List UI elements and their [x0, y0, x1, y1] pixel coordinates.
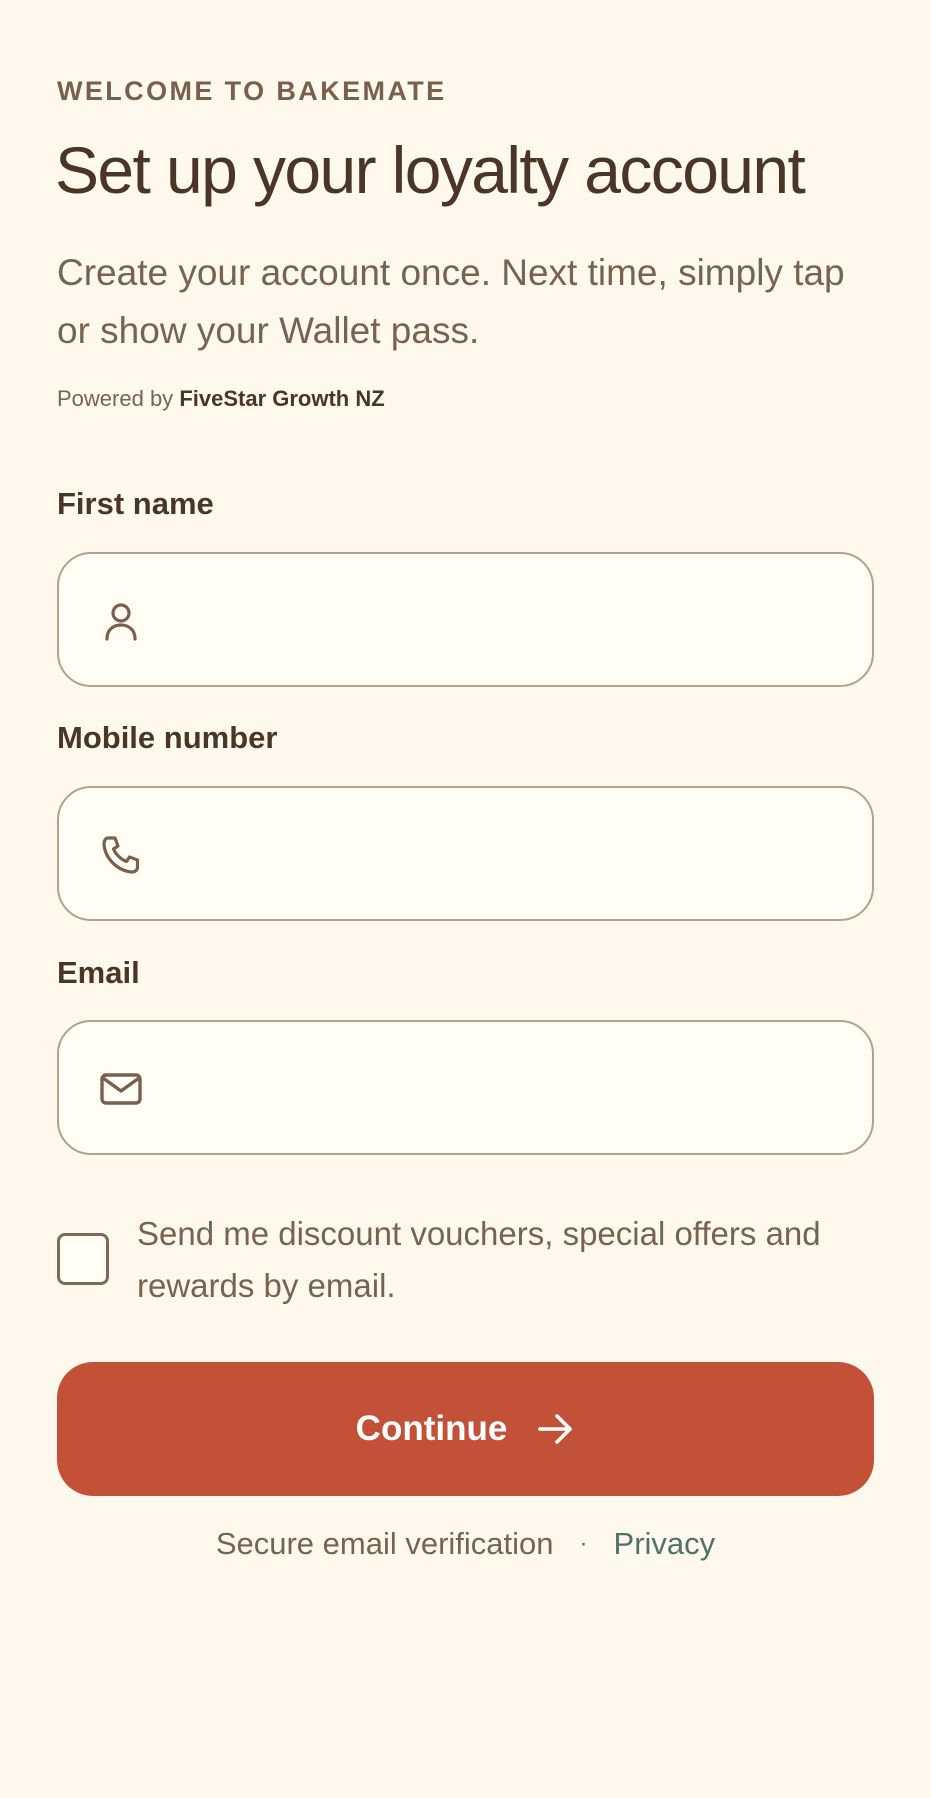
mail-icon [99, 1067, 143, 1111]
email-label: Email [57, 955, 140, 990]
mobile-number-input[interactable] [191, 821, 835, 887]
mobile-number-field[interactable] [57, 786, 874, 921]
user-icon [99, 599, 143, 643]
footer: Secure email verification · Privacy [0, 1526, 931, 1562]
continue-button[interactable]: Continue [57, 1362, 874, 1496]
powered-by: Powered by FiveStar Growth NZ [57, 386, 385, 412]
first-name-input[interactable] [191, 587, 835, 653]
email-field[interactable] [57, 1020, 874, 1155]
mobile-number-label: Mobile number [57, 720, 278, 755]
first-name-field[interactable] [57, 552, 874, 687]
arrow-right-icon [535, 1409, 575, 1449]
signup-page: WELCOME TO BAKEMATE Set up your loyalty … [0, 0, 931, 1798]
email-input[interactable] [191, 1055, 835, 1121]
footer-separator: · [579, 1530, 588, 1557]
first-name-label: First name [57, 486, 214, 521]
powered-by-brand: FiveStar Growth NZ [179, 386, 385, 411]
marketing-opt-in-checkbox[interactable] [57, 1233, 109, 1285]
continue-button-label: Continue [355, 1409, 508, 1448]
powered-by-prefix: Powered by [57, 386, 174, 411]
phone-icon [99, 833, 143, 877]
privacy-link[interactable]: Privacy [614, 1526, 716, 1562]
welcome-eyebrow: WELCOME TO BAKEMATE [57, 76, 447, 106]
secure-verification-text: Secure email verification [215, 1526, 554, 1561]
page-title: Set up your loyalty account [55, 133, 806, 207]
page-subtitle: Create your account once. Next time, sim… [57, 252, 845, 351]
marketing-opt-in-label[interactable]: Send me discount vouchers, special offer… [137, 1208, 877, 1312]
